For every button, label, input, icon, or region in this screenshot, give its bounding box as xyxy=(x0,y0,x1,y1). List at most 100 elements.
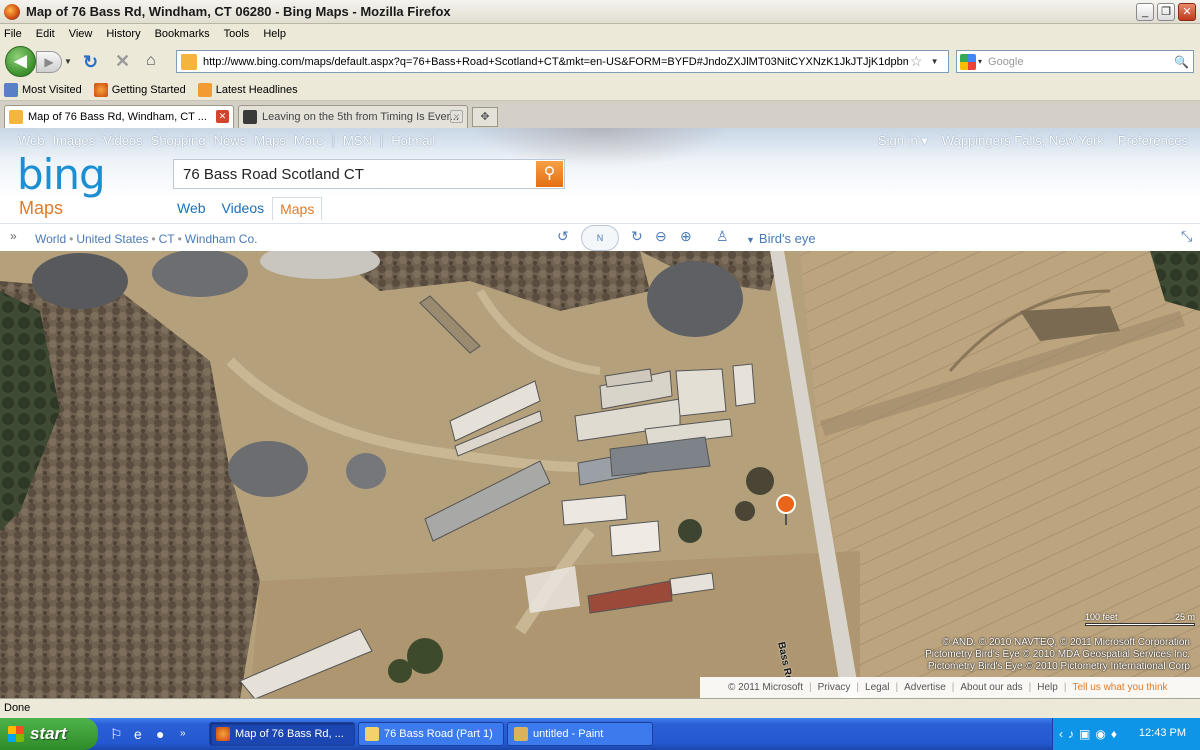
nav-separator: | xyxy=(331,133,335,148)
close-tab-icon[interactable]: ✕ xyxy=(216,110,229,123)
task-folder[interactable]: 76 Bass Road (Part 1) xyxy=(358,722,504,746)
map-style-dropdown[interactable]: ▼ Bird's eye xyxy=(746,231,816,246)
tab-web[interactable]: Web xyxy=(177,197,206,220)
tab-maps[interactable]: Maps xyxy=(272,197,323,220)
back-button[interactable]: ◀ xyxy=(5,46,36,77)
task-paint[interactable]: untitled - Paint xyxy=(507,722,653,746)
navigation-toolbar: ◀ ▶ ▼ ↻ ✕ ⌂ http://www.bing.com/maps/def… xyxy=(0,43,1200,80)
reload-icon[interactable]: ↻ xyxy=(83,52,98,73)
search-input[interactable]: Google xyxy=(988,56,1174,68)
nav-web[interactable]: Web xyxy=(18,133,45,148)
bookmark-star-icon[interactable]: ☆ xyxy=(910,53,923,70)
bing-search-input[interactable]: 76 Bass Road Scotland CT xyxy=(183,166,364,183)
tray-security-icon[interactable]: ◉ xyxy=(1095,727,1105,741)
nav-more[interactable]: More xyxy=(294,133,324,148)
system-tray: ‹ ♪ ▣ ◉ ♦ 12:43 PM xyxy=(1052,718,1200,750)
search-vertical-tabs: Web Videos Maps xyxy=(177,197,338,220)
quicklaunch-more-icon[interactable]: » xyxy=(180,728,186,739)
footer-privacy-link[interactable]: Privacy xyxy=(818,682,851,693)
nav-separator: | xyxy=(379,133,384,148)
nav-maps[interactable]: Maps xyxy=(254,133,286,148)
quicklaunch-firefox-icon[interactable]: ● xyxy=(156,726,164,742)
zoom-in-icon[interactable]: ⊕ xyxy=(680,228,692,245)
search-engine-dropdown-icon[interactable]: ▾ xyxy=(978,57,982,66)
search-icon[interactable]: 🔍 xyxy=(1174,55,1189,69)
bookmark-latest-headlines[interactable]: Latest Headlines xyxy=(197,83,298,97)
footer-about-ads-link[interactable]: About our ads xyxy=(960,682,1022,693)
sign-in-link[interactable]: Sign in ▾ xyxy=(878,133,928,149)
tray-network-icon[interactable]: ▣ xyxy=(1079,727,1090,741)
close-button[interactable]: ✕ xyxy=(1178,3,1196,21)
page-footer: © 2011 Microsoft | Privacy | Legal | Adv… xyxy=(700,677,1200,698)
footer-help-link[interactable]: Help xyxy=(1037,682,1058,693)
forward-button[interactable]: ▶ xyxy=(36,51,62,73)
rotate-right-icon[interactable]: ↻ xyxy=(631,228,643,245)
crumb-united-states[interactable]: United States xyxy=(76,232,148,246)
stop-icon[interactable]: ✕ xyxy=(115,51,130,72)
crumb-ct[interactable]: CT xyxy=(159,232,175,246)
footer-advertise-link[interactable]: Advertise xyxy=(904,682,946,693)
bookmark-label: Getting Started xyxy=(111,84,186,96)
footer-separator: | xyxy=(1063,682,1067,693)
tab-bing-map[interactable]: Map of 76 Bass Rd, Windham, CT ... ✕ xyxy=(4,105,234,128)
address-bar[interactable]: http://www.bing.com/maps/default.aspx?q=… xyxy=(176,50,949,73)
start-button[interactable]: start xyxy=(0,718,98,750)
close-tab-icon[interactable]: ✕ xyxy=(450,110,463,123)
nav-hotmail[interactable]: Hotmail xyxy=(391,133,435,148)
tab-videos[interactable]: Videos xyxy=(222,197,265,220)
menu-view[interactable]: View xyxy=(69,28,93,40)
home-icon[interactable]: ⌂ xyxy=(146,52,156,70)
location-link[interactable]: Wappingers Falls, New York xyxy=(942,133,1104,149)
menu-bookmarks[interactable]: Bookmarks xyxy=(155,28,210,40)
url-dropdown-icon[interactable]: ▼ xyxy=(931,57,939,66)
aerial-map[interactable]: Bass Rd xyxy=(0,251,1200,699)
tray-volume-icon[interactable]: ♪ xyxy=(1068,727,1074,741)
footer-legal-link[interactable]: Legal xyxy=(865,682,889,693)
menu-edit[interactable]: Edit xyxy=(36,28,55,40)
footer-separator: | xyxy=(856,682,860,693)
firefox-icon xyxy=(216,727,230,741)
task-firefox[interactable]: Map of 76 Bass Rd, ... xyxy=(209,722,355,746)
footer-separator: | xyxy=(1028,682,1032,693)
menu-tools[interactable]: Tools xyxy=(224,28,250,40)
bookmark-most-visited[interactable]: Most Visited xyxy=(4,83,82,97)
rotate-left-icon[interactable]: ↺ xyxy=(557,228,569,245)
bing-logo[interactable]: bing xyxy=(17,150,106,199)
preferences-link[interactable]: Preferences xyxy=(1118,133,1188,149)
compass-control[interactable]: N xyxy=(581,225,619,251)
streetside-person-icon[interactable]: ♙ xyxy=(716,228,729,245)
restore-button[interactable]: ❐ xyxy=(1157,3,1175,21)
minimize-button[interactable]: _ xyxy=(1136,3,1154,21)
new-tab-button[interactable]: ✥ xyxy=(472,107,498,127)
menu-help[interactable]: Help xyxy=(263,28,286,40)
bookmark-getting-started[interactable]: Getting Started xyxy=(93,83,186,97)
quicklaunch-ie-icon[interactable]: e xyxy=(134,726,142,742)
menu-history[interactable]: History xyxy=(106,28,140,40)
zoom-out-icon[interactable]: ⊖ xyxy=(655,228,667,245)
tray-update-icon[interactable]: ♦ xyxy=(1111,727,1117,741)
crumb-world[interactable]: World xyxy=(35,232,66,246)
nav-videos[interactable]: Videos xyxy=(103,133,143,148)
quicklaunch-aim-icon[interactable]: ⚐ xyxy=(110,726,123,743)
menu-file[interactable]: File xyxy=(4,28,22,40)
url-text[interactable]: http://www.bing.com/maps/default.aspx?q=… xyxy=(203,56,908,68)
bing-search-box[interactable]: 76 Bass Road Scotland CT ⚲ xyxy=(173,159,565,189)
nav-images[interactable]: Images xyxy=(53,133,96,148)
tray-back-icon[interactable]: ‹ xyxy=(1059,727,1063,741)
breadcrumb: World • United States • CT • Windham Co. xyxy=(35,232,257,246)
copyright-line: Pictometry Bird's Eye © 2010 MDA Geospat… xyxy=(925,649,1190,660)
history-dropdown-icon[interactable]: ▼ xyxy=(64,57,72,66)
firefox-icon xyxy=(4,3,20,20)
collapse-map-icon[interactable]: ⤡ xyxy=(1181,228,1192,245)
footer-feedback-link[interactable]: Tell us what you think xyxy=(1072,682,1167,693)
search-button-icon[interactable]: ⚲ xyxy=(536,161,563,187)
nav-news[interactable]: News xyxy=(214,133,247,148)
crumb-windham-co[interactable]: Windham Co. xyxy=(185,232,258,246)
search-bar[interactable]: ▾ Google 🔍 xyxy=(956,50,1194,73)
expand-panel-icon[interactable]: » xyxy=(10,229,17,243)
nav-msn[interactable]: MSN xyxy=(343,133,372,148)
nav-shopping[interactable]: Shopping xyxy=(151,133,206,148)
blog-favicon-icon xyxy=(243,110,257,124)
tab-timing-blog[interactable]: Leaving on the 5th from Timing Is Ever..… xyxy=(238,105,468,128)
google-icon[interactable] xyxy=(960,53,976,70)
